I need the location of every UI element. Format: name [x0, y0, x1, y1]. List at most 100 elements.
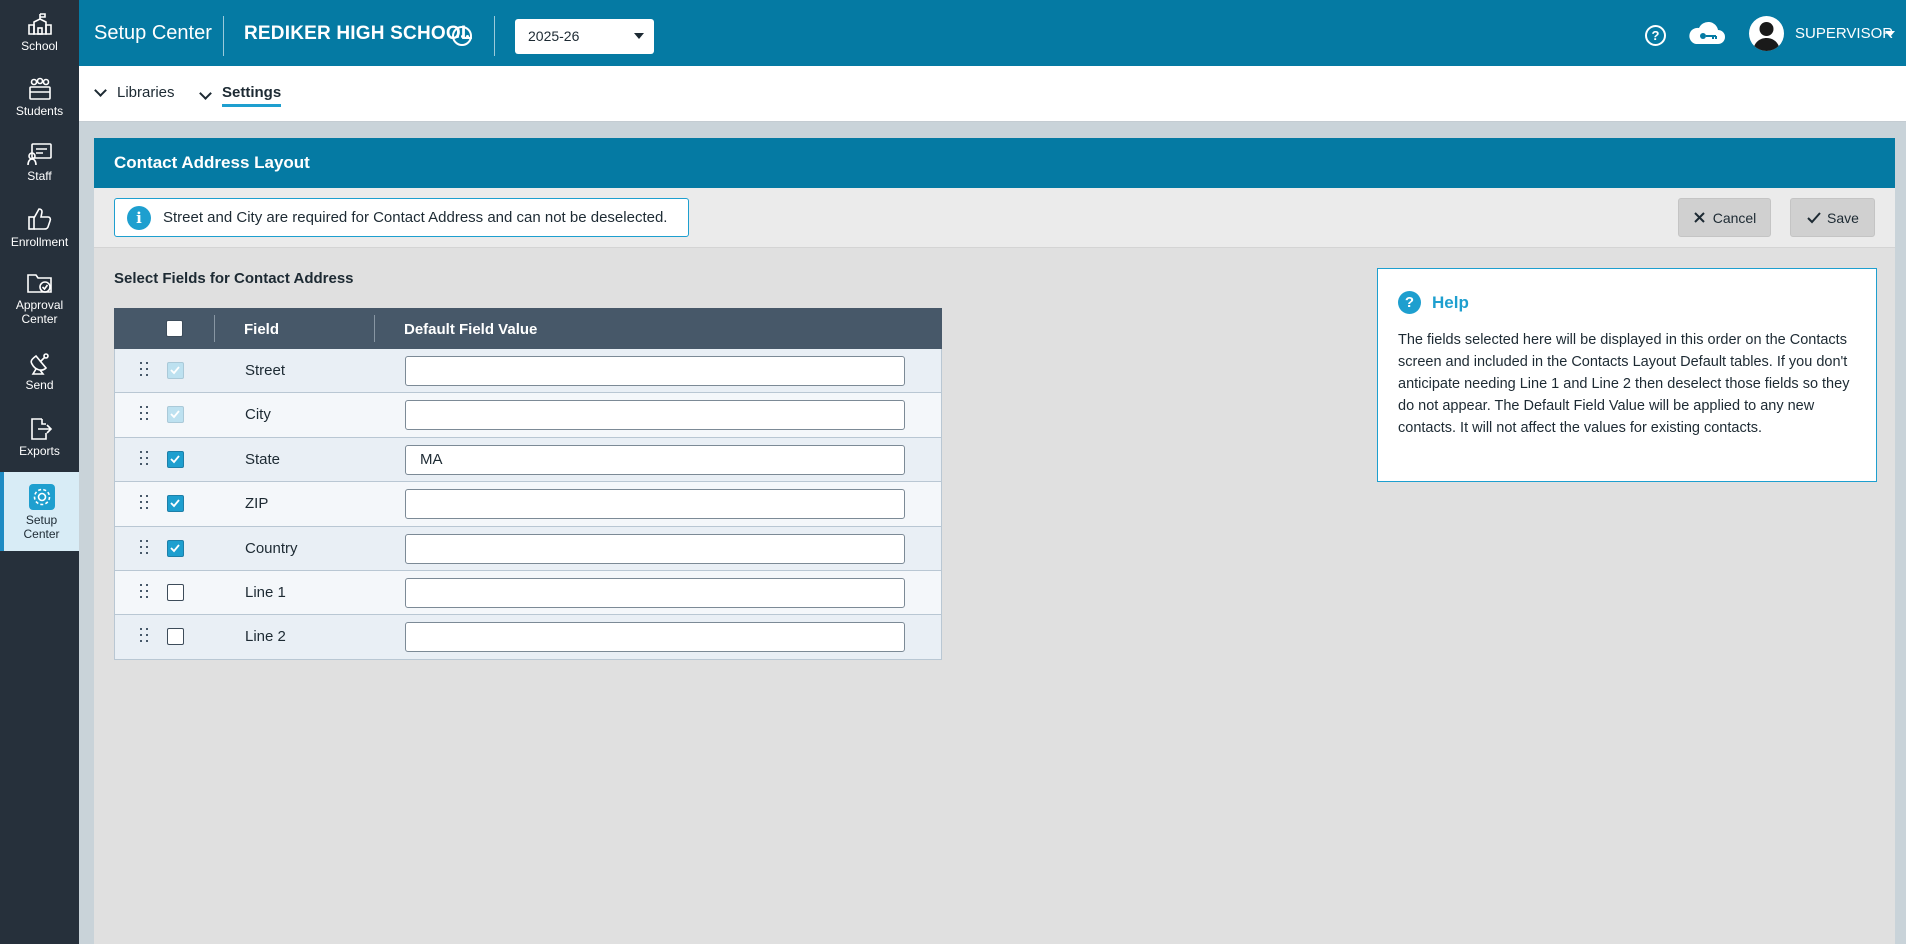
fields-table: Field Default Field Value Street City Stat… — [114, 308, 942, 660]
user-menu[interactable]: SUPERVISOR — [1795, 25, 1893, 42]
cancel-label: Cancel — [1712, 209, 1757, 226]
default-value-input[interactable] — [405, 444, 905, 475]
sidebar-item-label: Approval Center — [15, 298, 64, 326]
subnav-settings[interactable]: Settings — [199, 84, 282, 107]
info-icon: i — [127, 205, 151, 230]
cancel-button[interactable]: Cancel — [1678, 198, 1771, 237]
drag-handle-icon[interactable] — [140, 583, 148, 600]
field-name: Line 2 — [245, 628, 286, 646]
year-select[interactable]: 2025-26 — [515, 19, 654, 54]
field-name: Line 1 — [245, 583, 286, 601]
table-header: Field Default Field Value — [114, 308, 942, 349]
sidebar-item-label: Students — [15, 104, 64, 118]
column-header-default-value: Default Field Value — [404, 321, 538, 338]
contact-address-layout-panel: Contact Address Layout i Street and City… — [94, 138, 1895, 944]
close-icon — [1693, 212, 1705, 223]
caret-down-icon — [634, 33, 644, 39]
school-icon — [27, 13, 52, 35]
field-name: ZIP — [245, 495, 269, 513]
help-panel: ? Help The fields selected here will be … — [1377, 268, 1877, 482]
help-text: The fields selected here will be display… — [1398, 332, 1850, 436]
help-icon[interactable]: ? — [1645, 25, 1666, 46]
field-name: Country — [245, 539, 298, 557]
save-label: Save — [1827, 209, 1859, 226]
drag-handle-icon[interactable] — [140, 362, 148, 378]
drag-handle-icon[interactable] — [140, 628, 148, 644]
column-separator — [374, 315, 375, 342]
sidebar-item-label: Send — [25, 378, 54, 392]
help-title: ? Help — [1398, 291, 1469, 314]
drag-handle-icon[interactable] — [140, 539, 148, 556]
default-value-input[interactable] — [405, 622, 905, 653]
sidebar-item-enrollment[interactable]: Enrollment — [0, 206, 79, 249]
sidebar-item-label: Exports — [19, 444, 60, 458]
field-checkbox — [167, 362, 184, 379]
drag-handle-icon[interactable] — [140, 495, 148, 511]
sidebar-item-school[interactable]: School — [0, 12, 79, 53]
field-name: Street — [245, 362, 286, 379]
field-checkbox[interactable] — [167, 628, 184, 646]
table-body: Street City State ZIP Country Line 1 Line 2 — [114, 349, 942, 660]
field-checkbox[interactable] — [167, 539, 184, 557]
staff-icon — [26, 143, 52, 166]
table-row: City — [114, 393, 942, 438]
cloud-key-icon[interactable] — [1686, 20, 1726, 53]
divider — [223, 16, 224, 56]
gear-icon — [28, 484, 55, 510]
field-name: State — [245, 450, 281, 468]
table-row: Street — [114, 349, 942, 394]
save-button[interactable]: Save — [1790, 198, 1875, 237]
table-row: ZIP — [114, 482, 942, 527]
school-name: REDIKER HIGH SCHOOL — [244, 23, 473, 44]
sidebar-item-setup-center[interactable]: Setup Center — [0, 472, 79, 551]
sub-nav: Libraries Settings — [79, 66, 1906, 122]
drag-handle-icon[interactable] — [140, 406, 148, 422]
column-separator — [214, 315, 215, 342]
subnav-settings-label: Settings — [222, 84, 282, 107]
drag-handle-icon[interactable] — [140, 450, 148, 467]
help-title-label: Help — [1432, 292, 1469, 312]
subnav-libraries-label: Libraries — [117, 84, 175, 101]
sidebar-item-students[interactable]: Students — [0, 77, 79, 118]
sidebar-item-label: School — [21, 39, 58, 53]
top-bar: Setup Center REDIKER HIGH SCHOOL 2025-26… — [79, 0, 1906, 66]
field-checkbox[interactable] — [167, 583, 184, 601]
default-value-input[interactable] — [405, 489, 905, 520]
subnav-libraries[interactable]: Libraries — [94, 83, 175, 101]
field-checkbox[interactable] — [167, 495, 184, 513]
sidebar-item-exports[interactable]: Exports — [0, 417, 79, 458]
info-message: i Street and City are required for Conta… — [114, 198, 689, 237]
panel-toolbar: i Street and City are required for Conta… — [94, 188, 1895, 248]
field-checkbox[interactable] — [167, 450, 184, 468]
table-row: State — [114, 437, 942, 483]
select-all-checkbox[interactable] — [166, 320, 183, 337]
caret-down-icon[interactable] — [1885, 31, 1895, 37]
column-header-field: Field — [244, 321, 280, 338]
sidebar-item-label: Setup Center — [23, 513, 60, 541]
sidebar-item-staff[interactable]: Staff — [0, 142, 79, 183]
satellite-icon — [29, 353, 49, 375]
check-icon — [1807, 212, 1821, 224]
default-value-input[interactable] — [405, 577, 905, 608]
section-label: Select Fields for Contact Address — [114, 270, 354, 287]
help-icon: ? — [1398, 291, 1421, 314]
export-icon — [30, 418, 52, 440]
default-value-input[interactable] — [405, 400, 905, 431]
avatar[interactable] — [1749, 16, 1784, 51]
sidebar-item-approval-center[interactable]: Approval Center — [0, 271, 79, 326]
default-value-input[interactable] — [405, 533, 905, 564]
more-options-icon[interactable] — [452, 26, 472, 46]
students-icon — [28, 77, 51, 100]
field-name: City — [245, 406, 271, 424]
table-row: Country — [114, 526, 942, 571]
sidebar-item-label: Staff — [27, 169, 52, 183]
sidebar-item-send[interactable]: Send — [0, 351, 79, 392]
thumbs-up-icon — [27, 208, 51, 230]
info-message-text: Street and City are required for Contact… — [163, 209, 668, 226]
panel-title: Contact Address Layout — [94, 138, 1895, 188]
left-sidebar: School Students Staff Enrollment Approva… — [0, 0, 79, 944]
table-row: Line 1 — [114, 570, 942, 616]
divider — [494, 16, 495, 56]
default-value-input[interactable] — [405, 356, 905, 386]
app-title: Setup Center — [94, 22, 212, 44]
